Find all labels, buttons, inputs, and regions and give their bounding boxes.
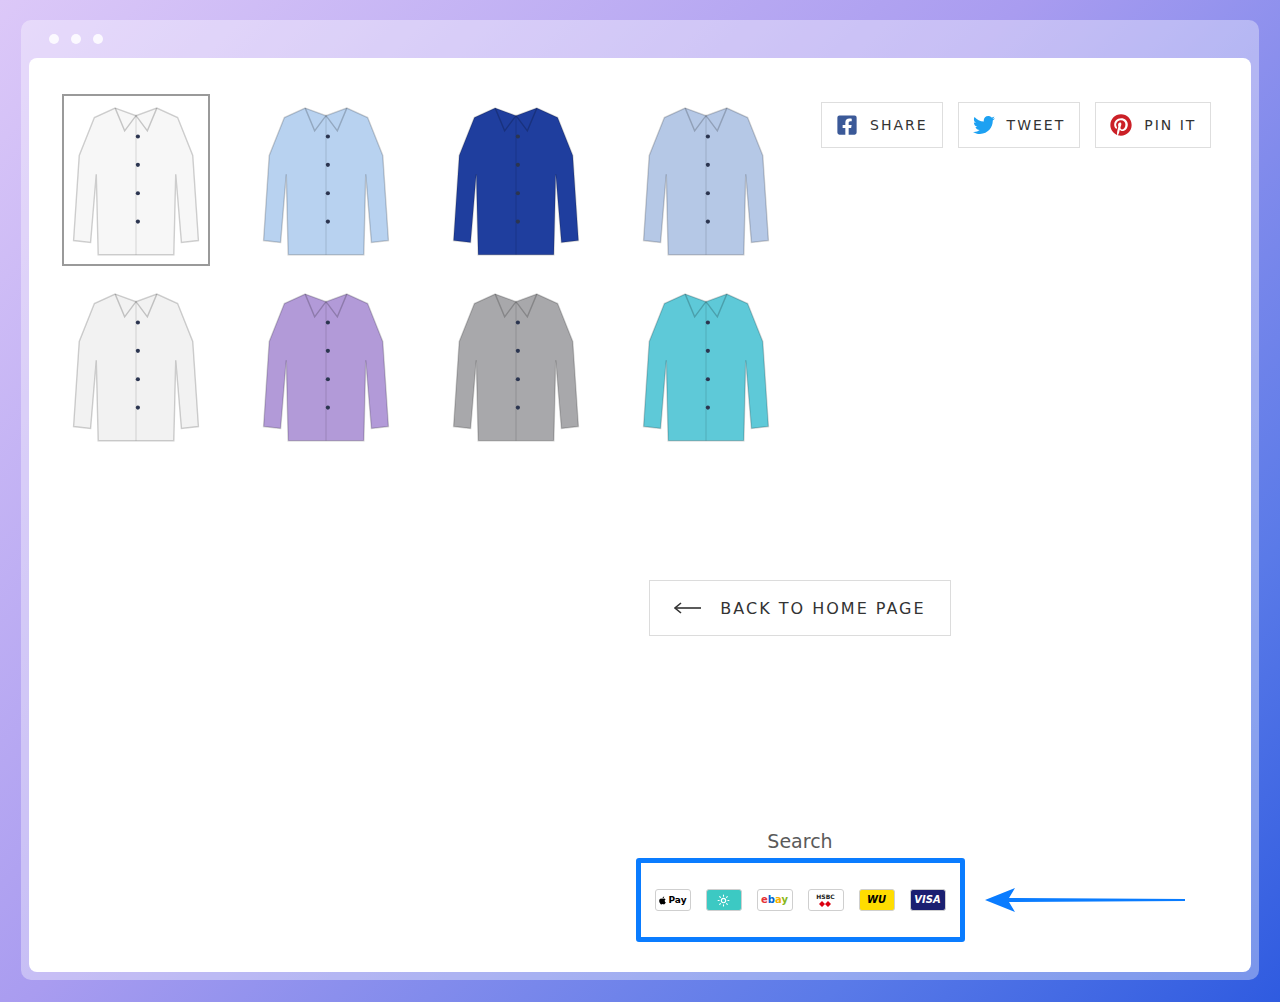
product-thumbnail[interactable] (442, 94, 590, 266)
annotation-arrow-icon (985, 885, 1185, 915)
window-dot[interactable] (49, 34, 59, 44)
page-footer: BACK TO HOME PAGE Search Pay ebay HSBC WU VISA (62, 452, 1251, 942)
share-buttons: SHARE TWEET PIN IT (821, 102, 1211, 148)
hexagon-icon (819, 901, 831, 907)
product-thumbnail[interactable] (252, 94, 400, 266)
shirt-icon (636, 97, 776, 263)
share-label: PIN IT (1144, 117, 1196, 133)
share-button[interactable]: SHARE (821, 102, 943, 148)
facebook-icon (836, 114, 858, 136)
pinterest-icon (1110, 114, 1132, 136)
visa-label: VISA (914, 895, 940, 905)
hsbc-label: HSBC (816, 894, 834, 900)
product-thumbnail[interactable] (62, 94, 210, 266)
payment-area: Pay ebay HSBC WU VISA (636, 858, 965, 942)
search-link[interactable]: Search (767, 830, 832, 852)
hsbc-logo: HSBC (816, 894, 834, 907)
arrow-left-icon (674, 602, 702, 614)
payment-icons: Pay ebay HSBC WU VISA (636, 858, 965, 942)
visa-icon: VISA (910, 889, 946, 911)
pay-label: Pay (668, 896, 686, 905)
share-button[interactable]: TWEET (958, 102, 1081, 148)
window-dot[interactable] (71, 34, 81, 44)
shirt-icon (66, 97, 206, 263)
product-row: SHARE TWEET PIN IT (62, 94, 1251, 452)
sun-icon (706, 889, 742, 911)
ebay-icon: ebay (757, 889, 793, 911)
shirt-icon (66, 283, 206, 449)
wu-icon: WU (859, 889, 895, 911)
product-thumbnail[interactable] (632, 280, 780, 452)
product-thumbnail[interactable] (632, 94, 780, 266)
share-button[interactable]: PIN IT (1095, 102, 1211, 148)
product-thumbnail[interactable] (62, 280, 210, 452)
shirt-icon (446, 97, 586, 263)
ebay-label: ebay (761, 895, 788, 905)
apple-pay-icon: Pay (655, 889, 691, 911)
shirt-icon (256, 97, 396, 263)
window-chrome (29, 20, 1251, 58)
back-button[interactable]: BACK TO HOME PAGE (649, 580, 950, 636)
back-label: BACK TO HOME PAGE (720, 599, 925, 618)
browser-window: SHARE TWEET PIN IT BACK TO HOME PAGE Search P… (21, 20, 1259, 980)
hsbc-icon: HSBC (808, 889, 844, 911)
shirt-icon (636, 283, 776, 449)
share-label: SHARE (870, 117, 928, 133)
backdrop: SHARE TWEET PIN IT BACK TO HOME PAGE Search P… (0, 0, 1280, 1002)
shirt-icon (256, 283, 396, 449)
window-dot[interactable] (93, 34, 103, 44)
product-page: SHARE TWEET PIN IT BACK TO HOME PAGE Search P… (29, 58, 1251, 972)
share-label: TWEET (1007, 117, 1066, 133)
wu-label: WU (867, 895, 886, 905)
sun-icon (717, 894, 730, 907)
product-thumbnail[interactable] (252, 280, 400, 452)
apple-icon (658, 896, 667, 905)
shirt-icon (446, 283, 586, 449)
product-thumbnail[interactable] (442, 280, 590, 452)
thumbnail-gallery (62, 94, 780, 452)
twitter-icon (973, 114, 995, 136)
